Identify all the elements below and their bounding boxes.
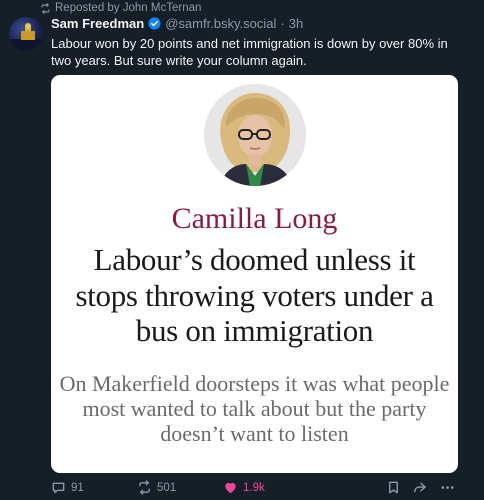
share-button[interactable] [412,480,427,495]
article-standfirst: On Makerfield doorsteps it was what peop… [59,371,450,446]
share-icon [414,482,426,493]
post-text: Labour won by 20 points and net immigrat… [51,36,448,68]
repost-text: Reposted by John McTernan [55,2,202,14]
verified-icon[interactable] [148,17,161,30]
like-button[interactable]: 1.9k [223,480,265,495]
bookmark-icon [389,481,398,494]
post-header: Sam Freedman @samfr.bsky.social · 3h [51,16,303,31]
reply-count: 91 [71,481,84,494]
more-icon [441,486,454,489]
avatar-image [9,23,43,51]
like-icon [225,482,236,494]
repost-icon [139,480,150,495]
author-portrait [204,84,306,186]
post-actions: 91 501 1.9k [51,480,469,498]
display-name[interactable]: Sam Freedman [51,16,144,31]
repost-indicator[interactable]: Reposted by John McTernan [40,2,201,14]
avatar[interactable] [9,17,43,51]
separator-dot: · [280,16,285,31]
reply-icon [52,482,65,494]
more-button[interactable] [440,480,455,495]
repost-icon [41,2,50,14]
bookmark-button[interactable] [386,480,401,495]
article-headline: Labour’s doomed unless it stops throwing… [75,242,434,348]
repost-count: 501 [157,481,177,494]
article-byline: Camilla Long [171,202,338,235]
embedded-image-card[interactable]: Camilla Long Labour’s doomed unless it s… [51,75,458,473]
repost-button[interactable]: 501 [137,480,176,495]
handle[interactable]: @samfr.bsky.social [165,16,276,31]
timestamp[interactable]: 3h [289,16,303,31]
like-count: 1.9k [243,481,265,494]
reply-button[interactable]: 91 [51,480,84,495]
